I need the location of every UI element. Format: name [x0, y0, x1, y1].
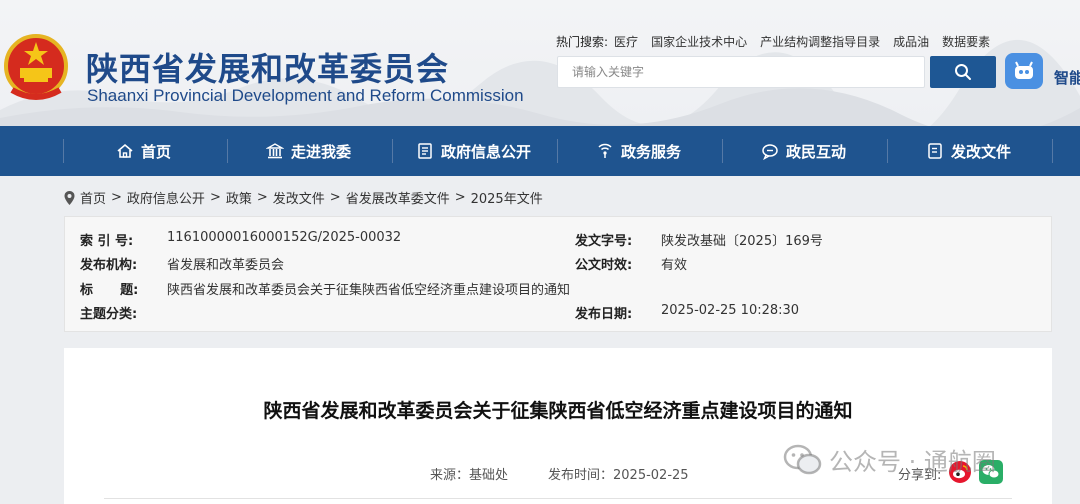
site-subtitle: Shaanxi Provincial Development and Refor…	[87, 86, 524, 105]
publish-date-label: 发布日期:	[575, 307, 633, 322]
file-icon	[928, 143, 942, 159]
hot-search-link[interactable]: 产业结构调整指导目录	[760, 33, 880, 50]
hot-search-bar: 热门搜索: 医疗 国家企业技术中心 产业结构调整指导目录 成品油 数据要素	[556, 33, 1003, 50]
nav-item-info-disclosure[interactable]: 政府信息公开	[416, 126, 531, 176]
nav-item-documents[interactable]: 发改文件	[926, 126, 1011, 176]
doc-number-value: 陕发改基础〔2025〕169号	[661, 234, 823, 249]
breadcrumb-separator: >	[209, 190, 221, 205]
nav-divider	[722, 139, 723, 163]
nav-item-home[interactable]: 首页	[116, 126, 171, 176]
index-number-value: 11610000016000152G/2025-00032	[167, 230, 402, 245]
nav-divider	[392, 139, 393, 163]
topic-label: 主题分类:	[80, 307, 138, 322]
document-meta-panel: 索 引 号: 11610000016000152G/2025-00032 发文字…	[64, 216, 1052, 332]
nav-divider	[557, 139, 558, 163]
article-divider	[104, 498, 1012, 499]
search-button[interactable]	[930, 56, 996, 88]
nav-label: 政府信息公开	[441, 142, 532, 161]
breadcrumb-item[interactable]: 政府信息公开	[127, 188, 205, 207]
signal-icon	[598, 143, 612, 158]
nav-item-interaction[interactable]: 政民互动	[761, 126, 846, 176]
nav-divider	[63, 139, 64, 163]
national-emblem-icon	[4, 34, 68, 100]
breadcrumb-separator: >	[454, 190, 466, 205]
document-icon	[418, 143, 432, 159]
publisher-value: 省发展和改革委员会	[167, 258, 285, 273]
watermark: 公众号 · 通航圈	[783, 442, 996, 477]
nav-label: 走进我委	[291, 142, 352, 161]
article-publish-time: 发布时间：2025-02-25	[548, 468, 689, 483]
wechat-logo-watermark-icon	[783, 444, 822, 474]
article-meta: 来源：基础处 发布时间：2025-02-25	[430, 464, 689, 483]
site-header: 陕西省发展和改革委员会 Shaanxi Provincial Developme…	[0, 0, 1080, 126]
search-icon	[955, 64, 971, 80]
nav-label: 首页	[141, 142, 172, 161]
nav-divider	[227, 139, 228, 163]
assistant-button[interactable]	[1005, 53, 1043, 89]
breadcrumb-separator: >	[256, 190, 268, 205]
breadcrumb-separator: >	[329, 190, 341, 205]
breadcrumb-item[interactable]: 政策	[226, 188, 252, 207]
nav-divider	[887, 139, 888, 163]
nav-divider	[1052, 139, 1053, 163]
watermark-text: 公众号 · 通航圈	[829, 448, 996, 476]
index-number-label: 索 引 号:	[80, 234, 134, 249]
search-input[interactable]: 请输入关键字	[557, 56, 925, 88]
title-value: 陕西省发展和改革委员会关于征集陕西省低空经济重点建设项目的通知	[167, 283, 571, 298]
nav-item-services[interactable]: 政务服务	[596, 126, 681, 176]
assistant-label[interactable]: 智能	[1054, 67, 1080, 88]
title-label: 标 题:	[80, 283, 139, 298]
breadcrumb-item[interactable]: 省发展改革委文件	[346, 188, 450, 207]
breadcrumb-separator: >	[111, 190, 122, 205]
hot-search-link[interactable]: 数据要素	[942, 33, 990, 50]
site-title: 陕西省发展和改革委员会	[86, 50, 450, 88]
building-icon	[266, 143, 284, 159]
article-title: 陕西省发展和改革委员会关于征集陕西省低空经济重点建设项目的通知	[263, 400, 853, 422]
publisher-label: 发布机构:	[80, 258, 138, 273]
validity-label: 公文时效:	[575, 258, 633, 273]
robot-icon	[1015, 61, 1033, 79]
home-icon	[117, 143, 133, 158]
hot-search-link[interactable]: 成品油	[893, 33, 929, 50]
article-card: 陕西省发展和改革委员会关于征集陕西省低空经济重点建设项目的通知 来源：基础处 发布…	[64, 348, 1052, 504]
breadcrumb-item[interactable]: 首页	[80, 188, 106, 207]
location-pin-icon	[64, 190, 75, 205]
hot-search-label: 热门搜索:	[556, 35, 609, 49]
article-source: 来源：基础处	[430, 468, 509, 483]
breadcrumb: 首页 > 政府信息公开 > 政策 > 发改文件 > 省发展改革委文件 > 202…	[64, 188, 543, 207]
nav-item-about[interactable]: 走进我委	[266, 126, 351, 176]
breadcrumb-item[interactable]: 2025年文件	[471, 188, 543, 207]
chat-icon	[762, 144, 778, 160]
hot-search-link[interactable]: 医疗	[614, 33, 638, 50]
main-nav: 首页 走进我委 政府信息公开 政务服务 政民互动 发改文件	[0, 126, 1080, 176]
breadcrumb-item[interactable]: 发改文件	[273, 188, 325, 207]
nav-label: 政务服务	[621, 142, 682, 161]
validity-value: 有效	[661, 258, 688, 273]
doc-number-label: 发文字号:	[575, 234, 633, 249]
nav-label: 政民互动	[786, 142, 847, 161]
hot-search-link[interactable]: 国家企业技术中心	[651, 33, 747, 50]
nav-label: 发改文件	[951, 142, 1012, 161]
publish-date-value: 2025-02-25 10:28:30	[661, 303, 800, 318]
